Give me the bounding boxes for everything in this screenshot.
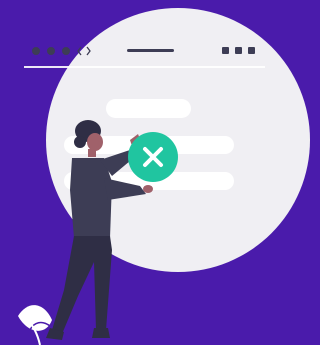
browser-dot <box>47 47 55 55</box>
shoe <box>92 328 110 338</box>
face <box>87 133 103 151</box>
address-bar[interactable] <box>127 49 174 52</box>
browser-dot <box>32 47 40 55</box>
close-icon[interactable] <box>128 132 178 182</box>
browser-dot <box>62 47 70 55</box>
torso <box>70 158 112 238</box>
illustration <box>0 0 311 345</box>
browser-dots <box>32 47 70 55</box>
browser-bar-divider <box>24 66 265 68</box>
illustration-canvas <box>0 0 311 345</box>
window-controls-icon[interactable] <box>222 47 255 54</box>
content-bar <box>106 99 191 118</box>
